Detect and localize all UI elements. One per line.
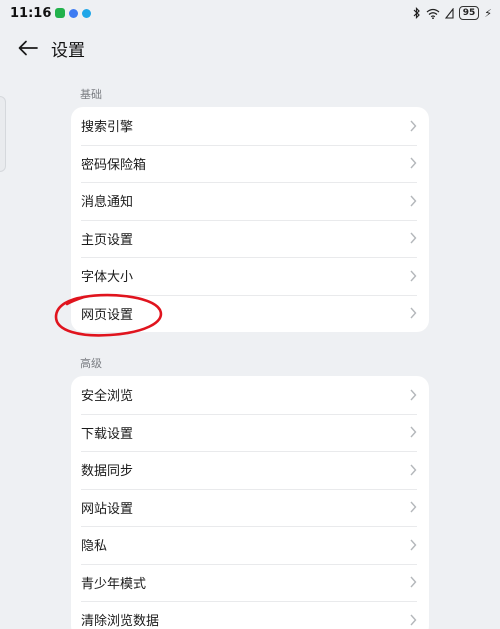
list-item-teen-mode[interactable]: 青少年模式 bbox=[71, 563, 429, 602]
list-item-data-sync[interactable]: 数据同步 bbox=[71, 451, 429, 489]
settings-card-advanced: 安全浏览 下载设置 数据同步 网站设置 隐私 青少年模式 清除浏览数据 bbox=[71, 376, 429, 629]
chevron-right-icon bbox=[410, 389, 417, 401]
list-item-label: 清除浏览数据 bbox=[81, 614, 160, 629]
browser-notification-icon bbox=[82, 8, 92, 18]
list-item-privacy[interactable]: 隐私 bbox=[71, 526, 429, 564]
list-item-label: 消息通知 bbox=[81, 195, 134, 211]
section-label-basic: 基础 bbox=[80, 88, 102, 101]
list-item-notifications[interactable]: 消息通知 bbox=[71, 182, 429, 220]
chevron-right-icon bbox=[410, 157, 417, 169]
chevron-right-icon bbox=[410, 539, 417, 551]
status-left: 11:16 bbox=[10, 5, 92, 21]
chevron-right-icon bbox=[410, 501, 417, 513]
list-item-download-settings[interactable]: 下载设置 bbox=[71, 413, 429, 452]
list-item-label: 搜索引擎 bbox=[81, 120, 134, 136]
arrow-left-icon bbox=[18, 40, 38, 56]
list-item-label: 数据同步 bbox=[81, 464, 134, 480]
back-button[interactable] bbox=[14, 34, 42, 62]
chevron-right-icon bbox=[410, 464, 417, 476]
list-item-site-settings[interactable]: 网站设置 bbox=[71, 488, 429, 527]
settings-card-basic: 搜索引擎 密码保险箱 消息通知 主页设置 字体大小 网页设置 bbox=[71, 107, 429, 332]
list-item-font-size[interactable]: 字体大小 bbox=[71, 257, 429, 295]
list-item-clear-browsing-data[interactable]: 清除浏览数据 bbox=[71, 601, 429, 629]
chevron-right-icon bbox=[410, 270, 417, 282]
list-item-label: 网站设置 bbox=[81, 501, 134, 517]
list-item-label: 安全浏览 bbox=[81, 389, 134, 405]
bluetooth-icon bbox=[413, 7, 420, 19]
battery-indicator: 95 bbox=[458, 6, 480, 20]
status-bar: 11:16 95 ⚡ bbox=[0, 0, 500, 26]
status-time: 11:16 bbox=[10, 5, 52, 21]
list-item-label: 隐私 bbox=[81, 539, 108, 555]
list-item-search-engine[interactable]: 搜索引擎 bbox=[71, 107, 429, 145]
list-item-safe-browsing[interactable]: 安全浏览 bbox=[71, 376, 429, 414]
wifi-icon bbox=[426, 8, 440, 19]
list-item-webpage-settings[interactable]: 网页设置 bbox=[71, 294, 429, 333]
chevron-right-icon bbox=[410, 232, 417, 244]
list-item-label: 字体大小 bbox=[81, 270, 134, 286]
side-panel-handle[interactable] bbox=[0, 96, 6, 172]
list-item-label: 下载设置 bbox=[81, 426, 134, 442]
wechat-icon bbox=[55, 8, 66, 18]
chevron-right-icon bbox=[410, 307, 417, 319]
list-item-password-vault[interactable]: 密码保险箱 bbox=[71, 144, 429, 183]
page-title: 设置 bbox=[51, 41, 85, 61]
status-right: 95 ⚡ bbox=[413, 6, 492, 20]
list-item-label: 青少年模式 bbox=[81, 576, 147, 592]
chevron-right-icon bbox=[410, 614, 417, 626]
signal-icon bbox=[444, 7, 454, 19]
app-notification-icon bbox=[69, 8, 79, 18]
section-label-advanced: 高级 bbox=[80, 357, 102, 370]
list-item-homepage-settings[interactable]: 主页设置 bbox=[71, 219, 429, 258]
chevron-right-icon bbox=[410, 426, 417, 438]
chevron-right-icon bbox=[410, 195, 417, 207]
list-item-label: 主页设置 bbox=[81, 232, 134, 248]
chevron-right-icon bbox=[410, 576, 417, 588]
chevron-right-icon bbox=[410, 120, 417, 132]
charging-icon: ⚡ bbox=[484, 6, 492, 20]
list-item-label: 网页设置 bbox=[81, 307, 134, 323]
list-item-label: 密码保险箱 bbox=[81, 157, 147, 173]
app-header: 设置 bbox=[0, 30, 500, 66]
